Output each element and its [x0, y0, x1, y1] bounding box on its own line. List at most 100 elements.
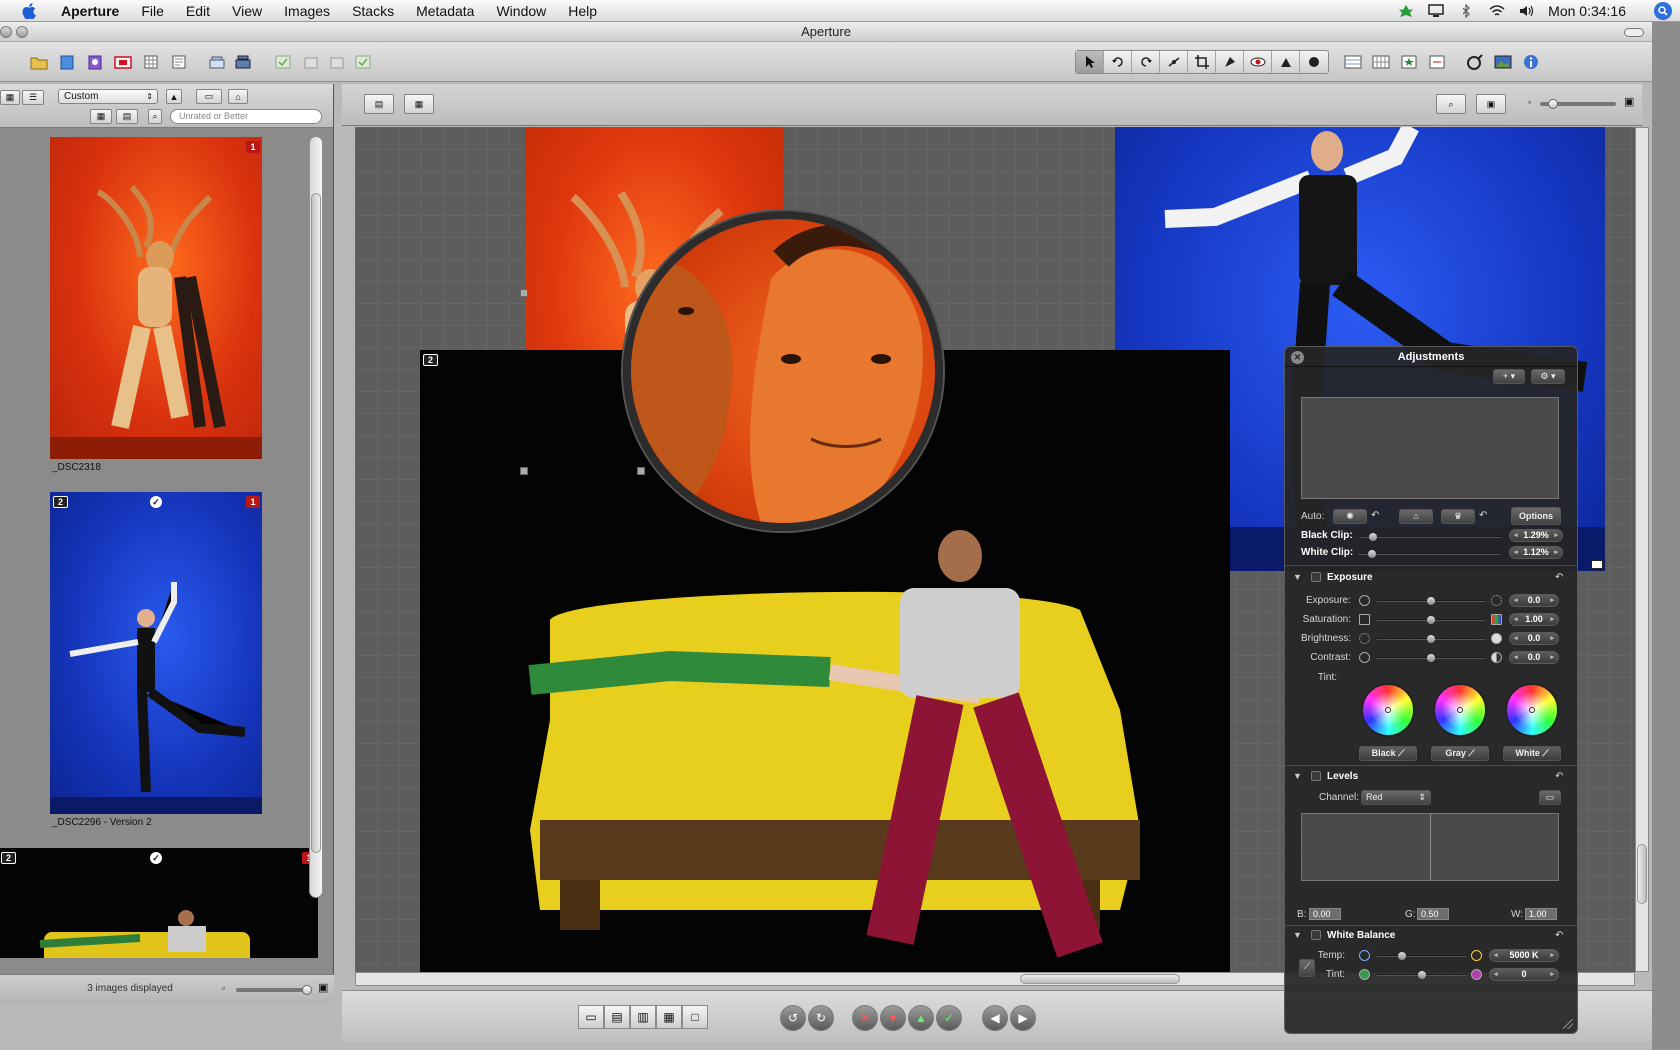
- browser-scrollbar[interactable]: [309, 136, 323, 898]
- secondary-viewer-icon[interactable]: ▤: [604, 1005, 630, 1029]
- reset-auto-exposure-icon[interactable]: ↶: [1371, 510, 1379, 521]
- stack-badge[interactable]: 2: [53, 496, 68, 508]
- gray-tint-dot[interactable]: [1457, 707, 1463, 713]
- viewer-mode-single-icon[interactable]: ▤: [364, 94, 394, 114]
- white-clip-knob[interactable]: [1367, 550, 1376, 558]
- toolbar-toggle-button[interactable]: [1624, 28, 1644, 37]
- display-menu-icon[interactable]: [1428, 3, 1444, 18]
- split-view-icon[interactable]: ▥: [630, 1005, 656, 1029]
- menu-edit[interactable]: Edit: [175, 0, 221, 22]
- list-view-icon[interactable]: ☰: [22, 90, 44, 105]
- full-screen-icon[interactable]: □: [682, 1005, 708, 1029]
- options-button[interactable]: Options: [1511, 507, 1561, 525]
- unstack-icon[interactable]: [232, 52, 254, 72]
- loupe-layout-icon[interactable]: [1342, 52, 1364, 72]
- lock-icon[interactable]: ⌂: [228, 89, 248, 104]
- apple-menu-icon[interactable]: [18, 0, 40, 22]
- black-clip-slider[interactable]: [1359, 536, 1501, 538]
- rotate-right-icon[interactable]: ↻: [808, 1005, 834, 1031]
- selection-tool-icon[interactable]: [1076, 51, 1104, 73]
- straighten-tool-icon[interactable]: [1160, 51, 1188, 73]
- levels-white-field[interactable]: 1.00: [1525, 908, 1557, 920]
- black-clip-knob[interactable]: [1369, 533, 1378, 541]
- volume-icon[interactable]: [1518, 4, 1534, 18]
- white-tint-dot[interactable]: [1529, 707, 1535, 713]
- temp-field[interactable]: ◂ 5000 K ▸: [1489, 949, 1559, 962]
- wifi-icon[interactable]: [1488, 4, 1505, 18]
- keywords-icon[interactable]: [1426, 52, 1448, 72]
- browser-scroll-thumb[interactable]: [311, 193, 321, 853]
- lift-stamp-alt-tool-icon[interactable]: [1300, 51, 1328, 73]
- crop-tool-icon[interactable]: [1188, 51, 1216, 73]
- adjustments-hud-icon[interactable]: [1464, 52, 1486, 72]
- sort-direction-icon[interactable]: ▲: [166, 89, 182, 104]
- previous-image-icon[interactable]: ◀: [982, 1005, 1008, 1031]
- new-web-page-icon[interactable]: [168, 52, 190, 72]
- menu-window[interactable]: Window: [485, 0, 557, 22]
- filmstrip-view-icon[interactable]: ▦: [90, 109, 112, 124]
- info-icon[interactable]: [1520, 52, 1542, 72]
- main-viewer-icon[interactable]: ▭: [578, 1005, 604, 1029]
- next-image-icon[interactable]: ▶: [1010, 1005, 1036, 1031]
- pick-icon[interactable]: [272, 52, 294, 72]
- close-window-button[interactable]: [0, 26, 12, 38]
- search-icon[interactable]: ⌕: [148, 109, 162, 124]
- temp-slider[interactable]: [1377, 955, 1467, 957]
- thumbnail-size-icon[interactable]: ▤: [116, 109, 138, 124]
- reset-white-balance-icon[interactable]: ↶: [1555, 930, 1563, 941]
- black-tint-dot[interactable]: [1385, 707, 1391, 713]
- stack-icon[interactable]: [206, 52, 228, 72]
- bluetooth-icon[interactable]: [1458, 2, 1474, 19]
- rotate-right-tool-icon[interactable]: [1132, 51, 1160, 73]
- thumbnail-size-slider[interactable]: [236, 988, 310, 992]
- demote-icon[interactable]: [326, 52, 348, 72]
- temp-knob[interactable]: [1398, 952, 1407, 960]
- spotlight-icon[interactable]: [1654, 1, 1672, 20]
- thumbnail-size-knob[interactable]: [302, 985, 312, 995]
- fit-to-view-icon[interactable]: ▣: [1476, 94, 1506, 114]
- white-balance-disclosure-icon[interactable]: ▼: [1293, 930, 1302, 940]
- increase-rating-icon[interactable]: ▲: [908, 1005, 934, 1031]
- spot-patch-tool-icon[interactable]: [1216, 51, 1244, 73]
- levels-gray-field[interactable]: 0.50: [1417, 908, 1449, 920]
- promote-icon[interactable]: [300, 52, 322, 72]
- gray-tint-wheel[interactable]: [1433, 683, 1487, 737]
- levels-quarter-tones-icon[interactable]: ▭: [1539, 790, 1561, 805]
- loupe-icon[interactable]: ⌕: [1436, 94, 1466, 114]
- reject-icon[interactable]: ✕: [852, 1005, 878, 1031]
- wb-tint-field[interactable]: ◂ 0 ▸: [1489, 968, 1559, 981]
- filmstrip-icon[interactable]: ▦: [656, 1005, 682, 1029]
- brightness-knob[interactable]: [1427, 635, 1435, 643]
- levels-black-field[interactable]: 0.00: [1309, 908, 1341, 920]
- gear-menu-icon[interactable]: ⚙ ▾: [1531, 369, 1565, 384]
- add-adjustment-button[interactable]: + ▾: [1493, 369, 1525, 384]
- channel-popup[interactable]: Red ⇕: [1361, 790, 1431, 805]
- exposure-knob[interactable]: [1427, 597, 1435, 605]
- menu-images[interactable]: Images: [273, 0, 341, 22]
- menu-clock[interactable]: Mon 0:34:16: [1548, 3, 1626, 19]
- close-hud-icon[interactable]: ✕: [1291, 351, 1304, 364]
- white-point-button[interactable]: White ⟋: [1503, 746, 1561, 761]
- reset-exposure-icon[interactable]: ↶: [1555, 572, 1563, 583]
- exposure-disclosure-icon[interactable]: ▼: [1293, 572, 1302, 582]
- viewer-mode-multi-icon[interactable]: ▦: [404, 94, 434, 114]
- rating-star-icon[interactable]: [1398, 52, 1420, 72]
- saturation-field[interactable]: ◂ 1.00 ▸: [1509, 613, 1559, 626]
- view-preset-popup[interactable]: Custom ⇕: [58, 89, 158, 104]
- menu-stacks[interactable]: Stacks: [341, 0, 405, 22]
- auto-levels-combined-icon[interactable]: ⌂: [1399, 509, 1433, 524]
- viewer-vertical-scrollbar[interactable]: [1635, 127, 1649, 972]
- exposure-field[interactable]: ◂ 0.0 ▸: [1509, 594, 1559, 607]
- stack-badge[interactable]: 2: [423, 354, 438, 366]
- hud-resize-grip-icon[interactable]: [1563, 1019, 1573, 1029]
- white-tint-wheel[interactable]: [1505, 683, 1559, 737]
- resize-handle[interactable]: [520, 467, 528, 475]
- display-options-icon[interactable]: ▭: [196, 89, 222, 104]
- exposure-enable-checkbox[interactable]: [1311, 572, 1321, 582]
- new-project-icon[interactable]: [28, 52, 50, 72]
- menu-view[interactable]: View: [221, 0, 273, 22]
- select-icon[interactable]: ✓: [936, 1005, 962, 1031]
- minimize-window-button[interactable]: [16, 26, 28, 38]
- new-smart-album-icon[interactable]: [84, 52, 106, 72]
- auto-exposure-icon[interactable]: ✺: [1333, 509, 1367, 524]
